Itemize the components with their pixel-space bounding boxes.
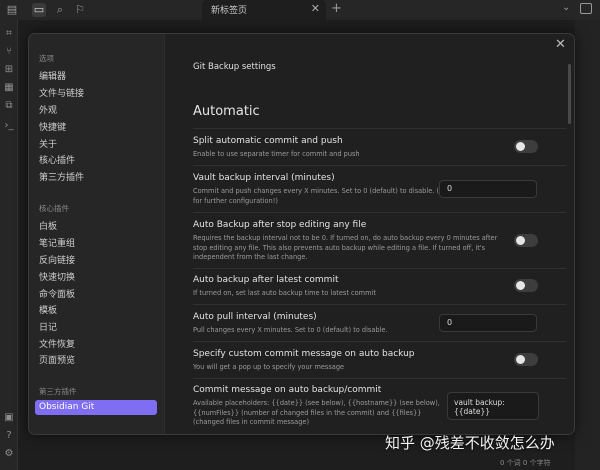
terminal-icon[interactable]: ›_ — [3, 120, 15, 132]
commit-message-textarea[interactable]: vault backup: {{date}} — [447, 392, 539, 420]
close-tab-icon[interactable]: ✕ — [311, 2, 320, 15]
sidebar-item-about[interactable]: 关于 — [39, 137, 57, 150]
status-bar: 0 个词 0 个字符 — [500, 459, 551, 467]
settings-sidebar: 选项 编辑器 文件与链接 外观 快捷键 关于 核心插件 第三方插件 核心插件 白… — [29, 34, 165, 434]
setting-name: Auto Backup after stop editing any file — [193, 220, 367, 230]
setting-desc: Available placeholders: {{date}} (see be… — [193, 399, 440, 426]
canvas-icon[interactable]: ⊞ — [3, 64, 15, 76]
divider — [193, 268, 566, 269]
sidebar-toggle-icon[interactable]: ▤ — [5, 3, 19, 17]
close-icon[interactable]: ✕ — [555, 37, 566, 52]
new-tab-icon[interactable]: + — [331, 1, 342, 16]
folder-icon[interactable]: ▭ — [32, 3, 46, 17]
sidebar-item-appearance[interactable]: 外观 — [39, 103, 57, 116]
chevron-down-icon[interactable]: ⌄ — [562, 2, 570, 13]
template-icon[interactable]: ⧉ — [3, 100, 15, 112]
sidebar-item-hotkeys[interactable]: 快捷键 — [39, 120, 66, 133]
setting-name: Vault backup interval (minutes) — [193, 173, 335, 183]
setting-desc: Requires the backup interval not to be 0… — [193, 234, 498, 261]
setting-name: Split automatic commit and push — [193, 136, 343, 146]
custom-commit-message-toggle[interactable] — [514, 353, 538, 366]
setting-desc: You will get a pop up to specify your me… — [193, 363, 345, 371]
sidebar-item-note-composer[interactable]: 笔记重组 — [39, 236, 75, 249]
setting-desc: Enable to use separate timer for commit … — [193, 150, 360, 158]
help-icon[interactable]: ? — [3, 430, 15, 442]
watermark: 知乎 @残差不收敛怎么办 — [385, 434, 555, 452]
pull-interval-input[interactable]: 0 — [439, 314, 537, 332]
divider — [193, 304, 566, 305]
tab-title: 新标签页 — [211, 6, 248, 16]
split-commit-toggle[interactable] — [514, 140, 538, 153]
app-window: ▤ ▭ ⌕ ⚐ 新标签页 ✕ + ⌄ ⌗ ⑂ ⊞ ▦ ⧉ ›_ ▣ ? ⚙ 0 … — [0, 0, 600, 470]
quick-switcher-icon[interactable]: ⌗ — [3, 28, 15, 40]
sidebar-item-obsidian-git[interactable]: Obsidian Git — [35, 400, 157, 415]
sidebar-item-files-links[interactable]: 文件与链接 — [39, 86, 84, 99]
divider — [193, 212, 566, 213]
bookmark-icon[interactable]: ⚐ — [73, 3, 87, 17]
divider — [193, 341, 566, 342]
settings-gear-icon[interactable]: ⚙ — [3, 448, 15, 460]
vault-icon[interactable]: ▣ — [3, 412, 15, 424]
left-ribbon: ⌗ ⑂ ⊞ ▦ ⧉ ›_ ▣ ? ⚙ — [0, 20, 18, 470]
section-options: 选项 — [39, 54, 54, 63]
setting-desc: If turned on, set last auto backup time … — [193, 289, 376, 297]
tab-new[interactable]: 新标签页 ✕ — [202, 0, 326, 20]
right-panel — [575, 20, 600, 470]
sidebar-item-page-preview[interactable]: 页面预览 — [39, 353, 75, 366]
sidebar-item-backlinks[interactable]: 反向链接 — [39, 253, 75, 266]
backup-interval-input[interactable]: 0 — [439, 180, 537, 198]
settings-modal: 选项 编辑器 文件与链接 外观 快捷键 关于 核心插件 第三方插件 核心插件 白… — [28, 33, 575, 435]
sidebar-item-file-recovery[interactable]: 文件恢复 — [39, 337, 75, 350]
backup-after-stop-toggle[interactable] — [514, 234, 538, 247]
divider — [193, 128, 566, 129]
setting-name: Auto backup after latest commit — [193, 275, 339, 285]
setting-name: Specify custom commit message on auto ba… — [193, 349, 415, 359]
sidebar-item-command-palette[interactable]: 命令面板 — [39, 287, 75, 300]
tab-bar: ▤ ▭ ⌕ ⚐ 新标签页 ✕ + ⌄ — [0, 0, 600, 20]
graph-icon[interactable]: ⑂ — [3, 46, 15, 58]
sidebar-item-templates[interactable]: 模板 — [39, 303, 57, 316]
sidebar-item-editor[interactable]: 编辑器 — [39, 69, 66, 82]
search-icon[interactable]: ⌕ — [53, 3, 67, 17]
backup-after-latest-commit-toggle[interactable] — [514, 279, 538, 292]
section-title: Automatic — [193, 104, 260, 119]
window-icon[interactable] — [580, 3, 592, 14]
section-third-party: 第三方插件 — [39, 387, 77, 396]
sidebar-item-canvas[interactable]: 白板 — [39, 219, 57, 232]
scrollbar[interactable] — [568, 64, 571, 124]
sidebar-item-quick-switcher[interactable]: 快速切换 — [39, 270, 75, 283]
divider — [193, 165, 566, 166]
sidebar-item-core-plugins[interactable]: 核心插件 — [39, 153, 75, 166]
settings-content: Git Backup settings Automatic Split auto… — [166, 34, 574, 434]
calendar-icon[interactable]: ▦ — [3, 82, 15, 94]
divider — [193, 378, 566, 379]
setting-name: Auto pull interval (minutes) — [193, 312, 317, 322]
plugin-title: Git Backup settings — [193, 62, 276, 72]
sidebar-item-daily-notes[interactable]: 日记 — [39, 320, 57, 333]
section-core-plugins: 核心插件 — [39, 204, 69, 213]
sidebar-item-community-plugins[interactable]: 第三方插件 — [39, 170, 84, 183]
setting-name: Commit message on auto backup/commit — [193, 385, 382, 395]
